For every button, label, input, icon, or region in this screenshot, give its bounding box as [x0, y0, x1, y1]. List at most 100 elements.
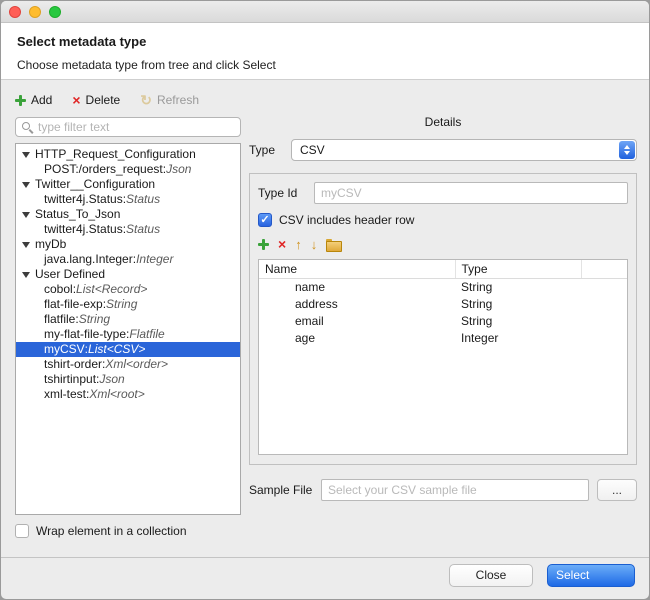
move-down-button[interactable]	[311, 238, 318, 251]
sample-file-input[interactable]	[321, 479, 589, 501]
tree-item-type: String	[106, 297, 137, 312]
tree-item[interactable]: HTTP_Request_Configuration	[16, 147, 240, 162]
tree-item[interactable]: flat-file-exp : String	[16, 297, 240, 312]
tree-item[interactable]: tshirtinput : Json	[16, 372, 240, 387]
wrap-collection-checkbox[interactable]	[15, 524, 29, 538]
tree-item[interactable]: java.lang.Integer : Integer	[16, 252, 240, 267]
tree-item-label: cobol	[44, 282, 73, 297]
tree-item[interactable]: flatfile : String	[16, 312, 240, 327]
tree-item-label: twitter4j.Status	[44, 222, 123, 237]
column-header-type[interactable]: Type	[455, 260, 581, 279]
tree-item-type: List<CSV>	[88, 342, 145, 357]
tree-item[interactable]: cobol : List<Record>	[16, 282, 240, 297]
tree-item[interactable]: twitter4j.Status : Status	[16, 222, 240, 237]
tree-item[interactable]: POST:/orders_request : Json	[16, 162, 240, 177]
type-row: Type CSV	[249, 139, 637, 161]
main-toolbar: Add Delete Refresh	[15, 93, 199, 107]
tree-item[interactable]: User Defined	[16, 267, 240, 282]
metadata-tree: HTTP_Request_Configuration POST:/orders_…	[15, 143, 241, 515]
sample-file-label: Sample File	[249, 483, 313, 497]
page-title: Select metadata type	[17, 34, 633, 49]
delete-button-label: Delete	[86, 93, 121, 107]
open-folder-button[interactable]	[326, 238, 341, 251]
table-row[interactable]: email String	[259, 313, 627, 330]
refresh-button-label: Refresh	[157, 93, 199, 107]
tree-item[interactable]: xml-test : Xml<root>	[16, 387, 240, 402]
fields-table: Name Type name String address String	[258, 259, 628, 455]
field-type: String	[455, 296, 581, 313]
tree-item-label: HTTP_Request_Configuration	[35, 147, 196, 162]
titlebar	[1, 1, 649, 23]
table-header-row: Name Type	[259, 260, 627, 279]
tree-item[interactable]: twitter4j.Status : Status	[16, 192, 240, 207]
filter-input[interactable]	[38, 120, 234, 134]
csv-header-row-checkbox[interactable]	[258, 213, 272, 227]
disclosure-triangle-icon[interactable]	[22, 182, 30, 188]
csv-details-group: Type Id CSV includes header row Name Typ…	[249, 173, 637, 465]
tree-item-type: Xml<order>	[105, 357, 168, 372]
type-dropdown[interactable]: CSV	[291, 139, 637, 161]
tree-item[interactable]: Twitter__Configuration	[16, 177, 240, 192]
type-id-input[interactable]	[314, 182, 628, 204]
wrap-collection-label: Wrap element in a collection	[36, 524, 187, 538]
delete-field-button[interactable]	[278, 239, 286, 250]
add-button[interactable]: Add	[15, 93, 52, 107]
footer-divider	[1, 557, 649, 558]
field-name: address	[259, 296, 455, 313]
table-row[interactable]: name String	[259, 279, 627, 296]
tree-item-type: Flatfile	[129, 327, 164, 342]
select-button[interactable]: Select	[547, 564, 635, 587]
disclosure-triangle-icon[interactable]	[22, 272, 30, 278]
tree-item-type: Integer	[136, 252, 173, 267]
move-up-button[interactable]	[295, 238, 302, 251]
tree-item-label: xml-test	[44, 387, 86, 402]
wrap-collection-row: Wrap element in a collection	[15, 524, 187, 538]
field-name: name	[259, 279, 455, 296]
dropdown-stepper-icon	[619, 141, 635, 159]
zoom-window-button[interactable]	[49, 6, 61, 18]
tree-item-label: Twitter__Configuration	[35, 177, 155, 192]
type-dropdown-value: CSV	[300, 143, 325, 157]
fields-toolbar	[258, 236, 628, 252]
tree-item-label: User Defined	[35, 267, 105, 282]
field-type: String	[455, 279, 581, 296]
disclosure-triangle-icon[interactable]	[22, 212, 30, 218]
sample-file-row: Sample File ...	[249, 479, 637, 501]
close-button[interactable]: Close	[449, 564, 533, 587]
browse-button[interactable]: ...	[597, 479, 637, 501]
select-metadata-dialog: Select metadata type Choose metadata typ…	[0, 0, 650, 600]
tree-item-selected[interactable]: myCSV : List<CSV>	[16, 342, 240, 357]
header-row-checkbox-row: CSV includes header row	[258, 213, 628, 227]
tree-item-label: POST:/orders_request	[44, 162, 163, 177]
minimize-window-button[interactable]	[29, 6, 41, 18]
field-name: age	[259, 330, 455, 347]
dialog-header: Select metadata type Choose metadata typ…	[1, 23, 649, 80]
tree-item-label: myCSV	[44, 342, 85, 357]
tree-item[interactable]: my-flat-file-type : Flatfile	[16, 327, 240, 342]
tree-item-label: flat-file-exp	[44, 297, 103, 312]
add-button-label: Add	[31, 93, 52, 107]
table-row[interactable]: age Integer	[259, 330, 627, 347]
tree-item-type: Status	[126, 192, 160, 207]
footer-buttons: Close Select	[449, 564, 635, 587]
add-field-button[interactable]	[258, 239, 269, 250]
tree-item-type: Status	[126, 222, 160, 237]
field-name: email	[259, 313, 455, 330]
tree-item-label: tshirt-order	[44, 357, 102, 372]
tree-item[interactable]: myDb	[16, 237, 240, 252]
tree-item[interactable]: tshirt-order : Xml<order>	[16, 357, 240, 372]
disclosure-triangle-icon[interactable]	[22, 242, 30, 248]
refresh-button[interactable]: Refresh	[140, 93, 199, 107]
table-row[interactable]: address String	[259, 296, 627, 313]
tree-item-type: String	[79, 312, 110, 327]
csv-header-row-label: CSV includes header row	[279, 213, 414, 227]
column-header-empty	[581, 260, 627, 279]
delete-button[interactable]: Delete	[72, 93, 120, 107]
column-header-name[interactable]: Name	[259, 260, 455, 279]
type-label: Type	[249, 143, 281, 157]
close-window-button[interactable]	[9, 6, 21, 18]
tree-item-label: flatfile	[44, 312, 75, 327]
page-subtitle: Choose metadata type from tree and click…	[17, 58, 633, 72]
disclosure-triangle-icon[interactable]	[22, 152, 30, 158]
tree-item[interactable]: Status_To_Json	[16, 207, 240, 222]
